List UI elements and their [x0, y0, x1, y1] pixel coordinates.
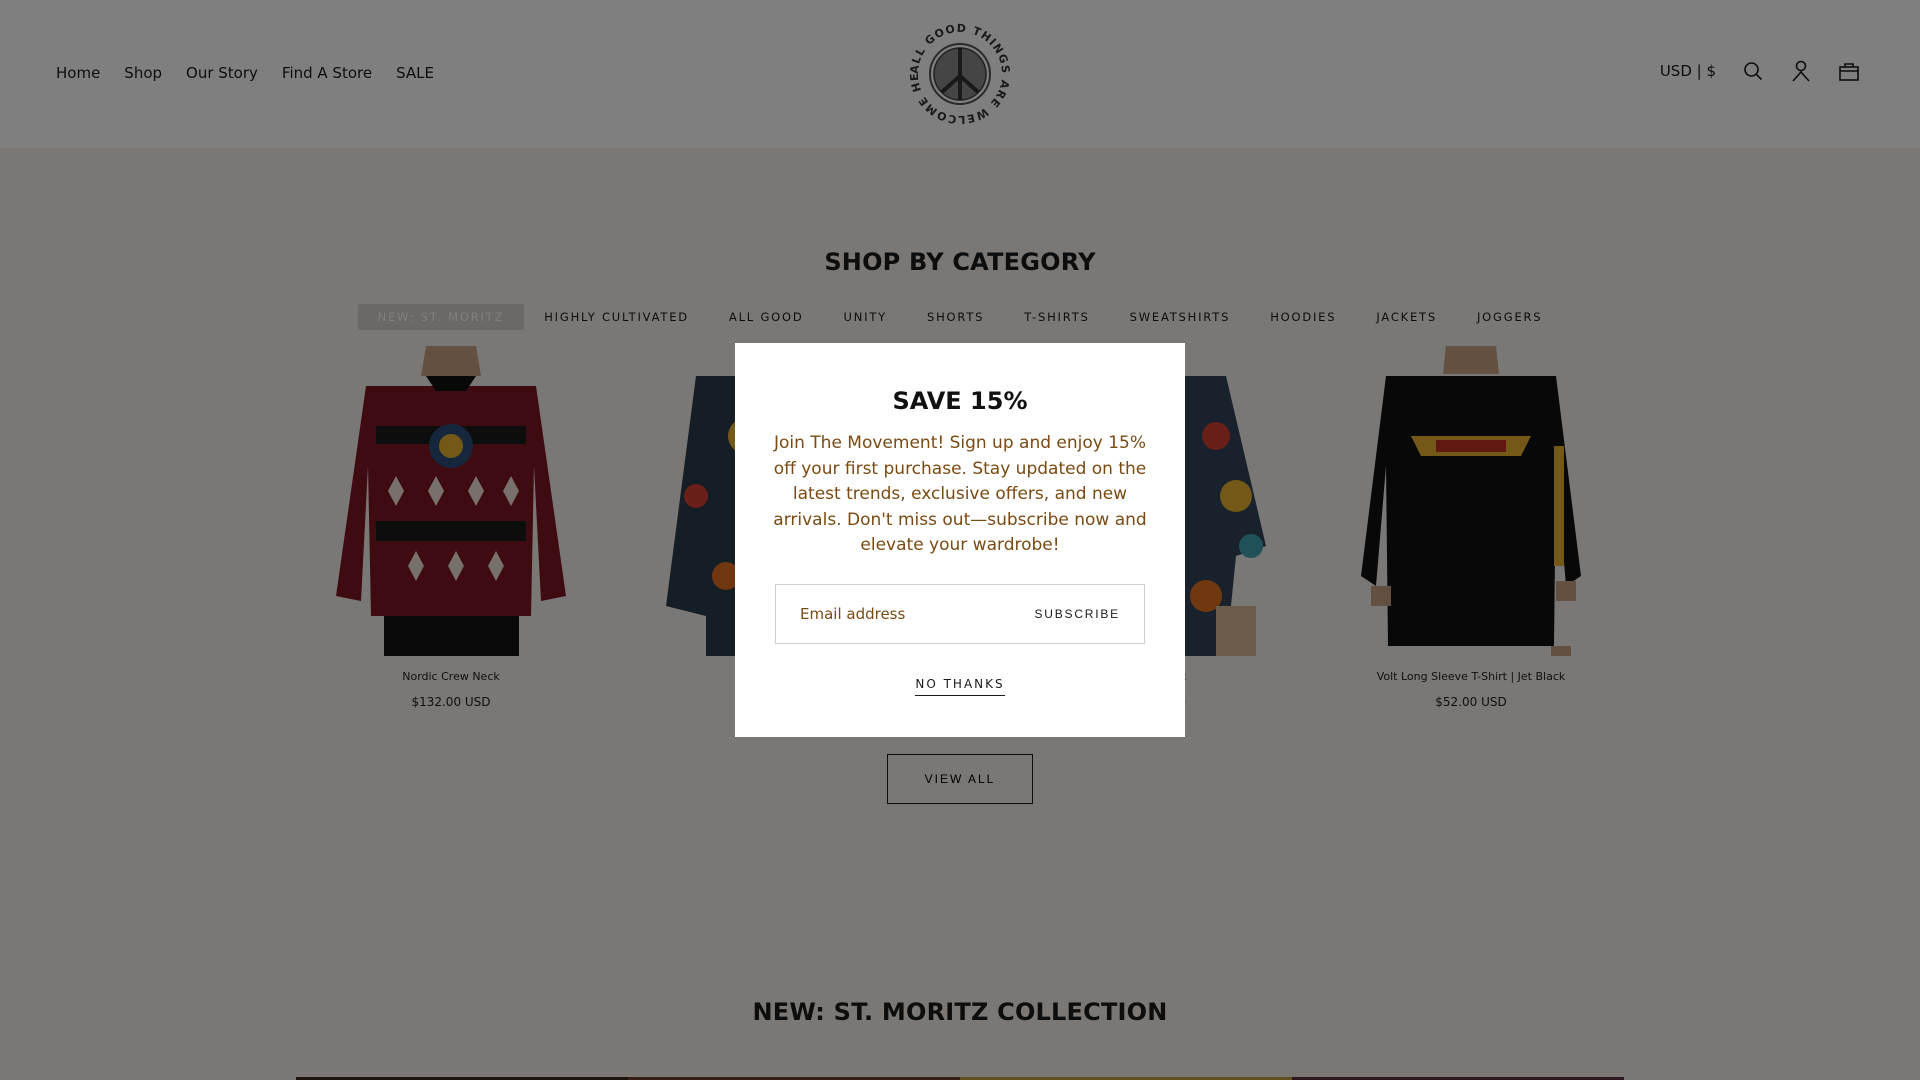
no-thanks-link[interactable]: NO THANKS — [915, 677, 1005, 696]
modal-title: SAVE 15% — [892, 387, 1028, 415]
email-field[interactable] — [800, 605, 1000, 623]
modal-description: Join The Movement! Sign up and enjoy 15%… — [773, 433, 1147, 555]
subscribe-button[interactable]: SUBSCRIBE — [1034, 607, 1120, 621]
email-signup-form: SUBSCRIBE — [775, 584, 1145, 644]
no-thanks-container: NO THANKS — [735, 673, 1185, 696]
newsletter-modal: SAVE 15% Join The Movement! Sign up and … — [735, 343, 1185, 737]
